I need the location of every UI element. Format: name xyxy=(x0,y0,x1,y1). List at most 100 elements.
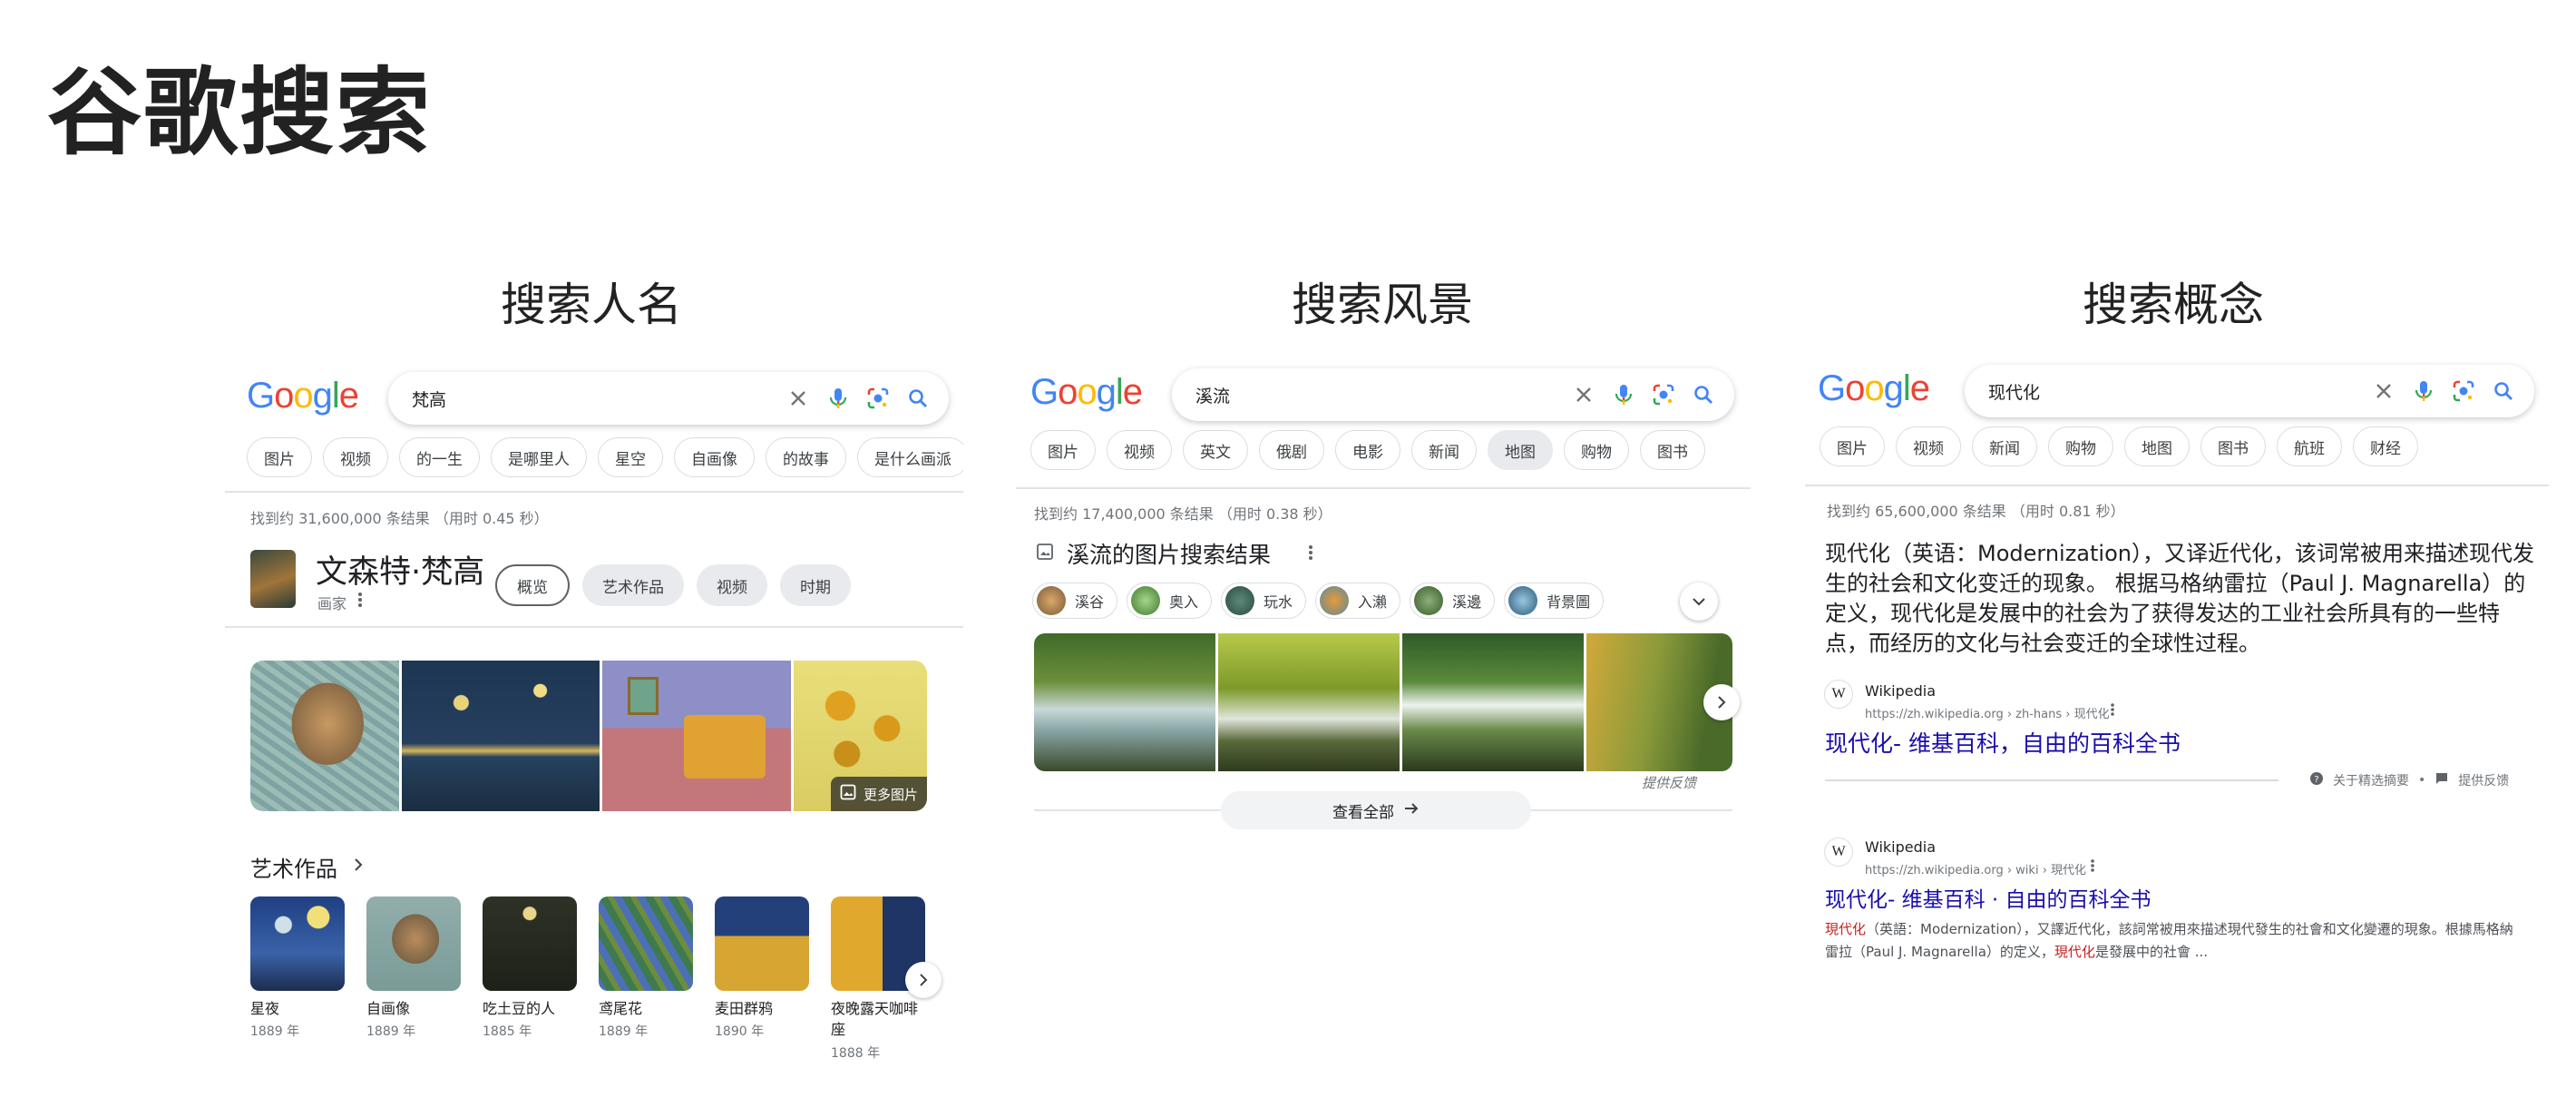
chip[interactable]: 图片 xyxy=(1030,430,1096,470)
image-filter-chip[interactable]: 溪邊 xyxy=(1410,583,1496,619)
mic-icon[interactable] xyxy=(1607,378,1640,411)
tab-videos[interactable]: 视频 xyxy=(697,564,767,606)
search-box[interactable]: 溪流 xyxy=(1172,368,1734,421)
feedback-link[interactable]: 提供反馈 xyxy=(2458,771,2509,789)
chip[interactable]: 的一生 xyxy=(399,437,480,477)
more-images-button[interactable]: 更多图片 xyxy=(831,777,927,811)
mic-icon[interactable] xyxy=(822,382,854,415)
more-vert-icon[interactable] xyxy=(2110,702,2115,720)
image-bedroom[interactable] xyxy=(602,661,791,811)
result-url[interactable]: https://zh.wikipedia.org › zh-hans › 现代化 xyxy=(1865,704,2110,721)
artwork-thumb-wheatfield-crows[interactable] xyxy=(715,896,809,991)
chip[interactable]: 自画像 xyxy=(674,437,755,477)
clear-icon[interactable] xyxy=(1567,378,1600,411)
stream-image[interactable] xyxy=(1218,633,1400,771)
stream-image[interactable] xyxy=(1402,633,1584,771)
search-query[interactable]: 现代化 xyxy=(1988,379,2367,404)
clear-icon[interactable] xyxy=(2367,375,2400,407)
result-site-name[interactable]: Wikipedia xyxy=(1865,838,1936,856)
chip[interactable]: 视频 xyxy=(1896,426,1961,466)
chip[interactable]: 图书 xyxy=(1640,430,1705,470)
chip[interactable]: 新闻 xyxy=(1972,426,2037,466)
chip[interactable]: 购物 xyxy=(1564,430,1629,470)
image-feedback-link[interactable]: 提供反馈 xyxy=(1642,773,1696,792)
chip[interactable]: 是哪里人 xyxy=(491,437,587,477)
clear-icon[interactable] xyxy=(782,382,815,415)
lens-icon[interactable] xyxy=(2447,375,2480,407)
artwork-thumb-self-portrait[interactable] xyxy=(366,896,461,991)
artwork-title[interactable]: 鸢尾花 xyxy=(599,998,698,1019)
chip[interactable]: 财经 xyxy=(2353,426,2418,466)
result-title-link[interactable]: 现代化- 维基百科，自由的百科全书 xyxy=(1825,726,2181,759)
result-site-name[interactable]: Wikipedia xyxy=(1865,682,1936,700)
artworks-heading[interactable]: 艺术作品 xyxy=(250,851,337,883)
chip-selected[interactable]: 地图 xyxy=(1488,430,1553,470)
about-snippets-link[interactable]: 关于精选摘要 xyxy=(2333,771,2409,789)
image-filter-chip[interactable]: 入瀨 xyxy=(1315,583,1401,619)
tab-overview[interactable]: 概览 xyxy=(495,564,570,606)
lens-icon[interactable] xyxy=(862,382,894,415)
more-vert-icon[interactable] xyxy=(2090,858,2095,877)
artwork-title[interactable]: 夜晚露天咖啡座 xyxy=(831,998,925,1040)
chip[interactable]: 地图 xyxy=(2124,426,2190,466)
chip[interactable]: 图书 xyxy=(2200,426,2266,466)
wikipedia-icon: W xyxy=(1825,838,1852,866)
artwork-title[interactable]: 吃土豆的人 xyxy=(483,998,582,1019)
chip[interactable]: 星空 xyxy=(598,437,663,477)
chip[interactable]: 新闻 xyxy=(1411,430,1477,470)
chip[interactable]: 视频 xyxy=(323,437,388,477)
mic-icon[interactable] xyxy=(2407,375,2440,407)
chip[interactable]: 视频 xyxy=(1107,430,1172,470)
search-box[interactable]: 现代化 xyxy=(1965,365,2534,417)
artwork-thumb-potato-eaters[interactable] xyxy=(483,896,577,991)
chip[interactable]: 航班 xyxy=(2277,426,2342,466)
search-icon[interactable] xyxy=(902,382,934,415)
google-logo[interactable]: Google xyxy=(247,377,359,414)
stream-image[interactable] xyxy=(1034,633,1215,771)
chip[interactable]: 购物 xyxy=(2048,426,2113,466)
image-filter-chip[interactable]: 奥入 xyxy=(1127,583,1213,619)
artwork-title[interactable]: 自画像 xyxy=(366,998,466,1019)
lens-icon[interactable] xyxy=(1647,378,1680,411)
image-filter-chip[interactable]: 玩水 xyxy=(1221,583,1307,619)
result-title-link[interactable]: 现代化- 维基百科 · 自由的百科全书 xyxy=(1825,882,2152,913)
artwork-thumb-irises[interactable] xyxy=(599,896,693,991)
chip[interactable]: 电影 xyxy=(1335,430,1400,470)
chip[interactable]: 的故事 xyxy=(766,437,846,477)
google-logo[interactable]: Google xyxy=(1030,374,1143,410)
image-self-portrait[interactable] xyxy=(250,661,399,811)
image-starry-night-rhone[interactable] xyxy=(402,661,600,811)
result-stats: 找到约 31,600,000 条结果 （用时 0.45 秒） xyxy=(250,510,549,527)
result-stats: 找到约 17,400,000 条结果 （用时 0.38 秒） xyxy=(1034,505,1332,523)
more-vert-icon[interactable] xyxy=(1308,544,1313,564)
image-filter-chip[interactable]: 背景圖 xyxy=(1504,583,1605,619)
image-strip-next-button[interactable] xyxy=(1703,684,1740,720)
view-all-button[interactable]: 查看全部 xyxy=(1221,791,1531,829)
image-filter-chip[interactable]: 溪谷 xyxy=(1032,583,1118,619)
chip[interactable]: 英文 xyxy=(1183,430,1248,470)
chevron-right-icon[interactable] xyxy=(352,857,365,877)
tab-artworks[interactable]: 艺术作品 xyxy=(582,564,684,606)
artwork-year: 1889 年 xyxy=(599,1024,649,1039)
artwork-title[interactable]: 麦田群鸦 xyxy=(715,998,815,1019)
search-box[interactable]: 梵高 xyxy=(388,372,949,425)
more-vert-icon[interactable] xyxy=(357,592,363,612)
chip[interactable]: 图片 xyxy=(247,437,312,477)
tab-periods[interactable]: 时期 xyxy=(780,564,851,606)
search-icon[interactable] xyxy=(1687,378,1720,411)
search-query[interactable]: 溪流 xyxy=(1195,383,1567,407)
search-icon[interactable] xyxy=(2487,375,2520,407)
artwork-title[interactable]: 星夜 xyxy=(250,998,350,1019)
artworks-next-button[interactable] xyxy=(905,962,942,998)
result-url[interactable]: https://zh.wikipedia.org › wiki › 現代化 xyxy=(1865,860,2086,877)
image-results-title[interactable]: 溪流的图片搜索结果 xyxy=(1067,537,1271,570)
chip[interactable]: 是什么画派 xyxy=(857,437,963,477)
artwork-thumb-starry-night[interactable] xyxy=(250,896,345,991)
google-logo[interactable]: Google xyxy=(1818,370,1930,407)
image-collage: 更多图片 xyxy=(250,661,927,811)
search-query[interactable]: 梵高 xyxy=(412,387,782,411)
chip[interactable]: 图片 xyxy=(1820,426,1885,466)
expand-filters-button[interactable] xyxy=(1680,583,1718,621)
entity-thumbnail[interactable] xyxy=(250,550,296,608)
chip[interactable]: 俄剧 xyxy=(1259,430,1324,470)
